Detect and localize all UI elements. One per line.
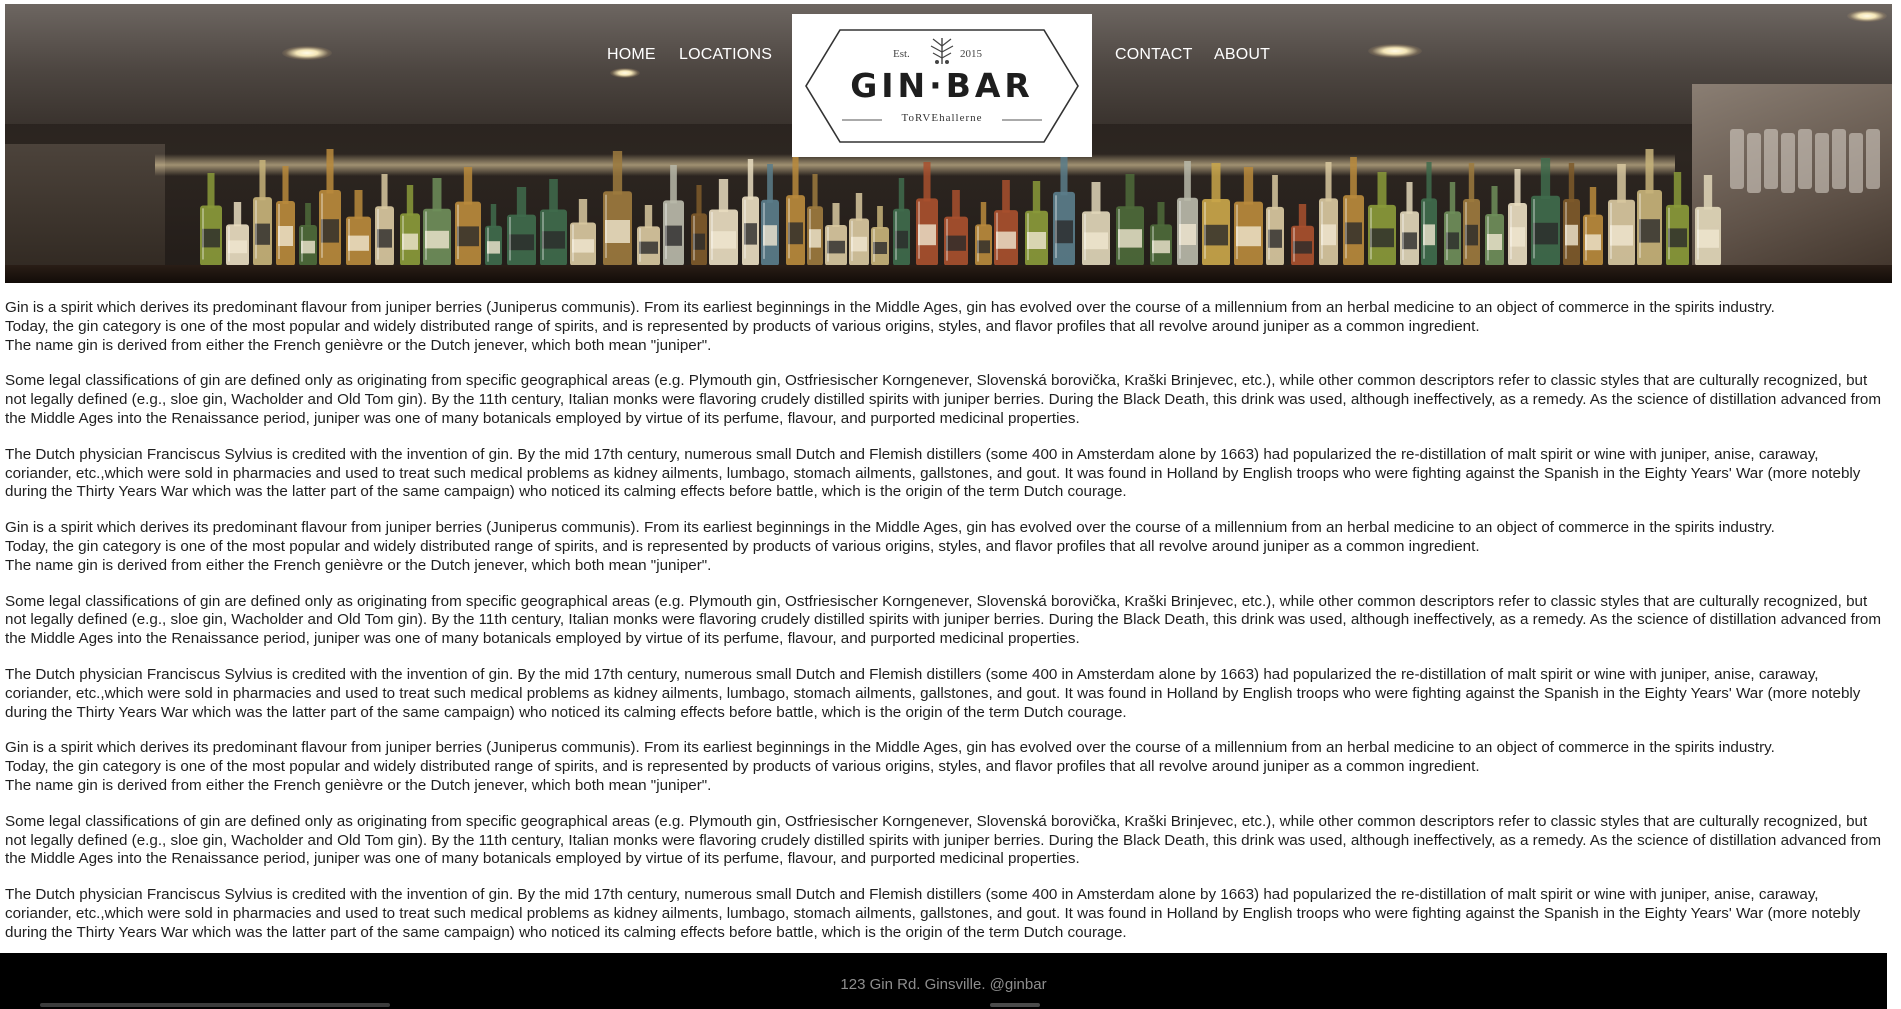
bottle [423,178,451,266]
glass [1764,129,1778,189]
bottle [1150,202,1172,266]
content-paragraph: Gin is a spirit which derives its predom… [5,739,1775,794]
bottle [1116,174,1144,266]
bottle [346,190,371,266]
content-paragraph: Some legal classifications of gin are de… [5,812,1882,868]
bottle [1053,152,1075,266]
bottle [994,180,1018,266]
bottle [761,164,779,266]
hero-header: HOME LOCATIONS CONTACT ABOUT Est. 2015 G… [5,4,1892,283]
bottle [663,165,684,266]
bottle [944,190,968,266]
bottle [400,185,420,266]
nav-about-link[interactable]: ABOUT [1214,46,1270,64]
content-paragraph: The Dutch physician Franciscus Sylvius i… [5,665,1861,721]
nav-locations-link[interactable]: LOCATIONS [679,46,772,64]
bottle [1444,182,1461,266]
glass [1832,129,1846,189]
content-paragraph: Some legal classifications of gin are de… [5,592,1882,648]
bottle [1202,163,1230,266]
footer-address: 123 Gin Rd. Ginsville. @ginbar [840,976,1047,993]
bottle [637,205,660,266]
page-footer: 123 Gin Rd. Ginsville. @ginbar [0,953,1887,1009]
scrollbar-thumb[interactable] [990,1003,1040,1007]
bottle [485,204,502,266]
bottle [1508,169,1527,266]
bottle [226,202,249,266]
logo-year-label: 2015 [960,48,982,60]
main-content: Gin is a spirit which derives its predom… [5,283,1892,943]
bottle [319,149,341,266]
bottle [975,202,992,266]
bottle [916,162,938,266]
bottle [893,178,910,266]
bottle [742,159,759,266]
bottle [276,166,295,266]
glass [1866,129,1880,189]
gin-bar-logo[interactable]: Est. 2015 GIN·BAR ToRVEhallerne [792,14,1092,157]
glass [1815,133,1829,193]
bottle [1563,163,1580,266]
logo-est-label: Est. [893,48,910,60]
bottle [1637,149,1662,266]
bottle [1666,172,1689,266]
bottle [1177,161,1198,266]
bar-counter [5,265,1892,283]
page: HOME LOCATIONS CONTACT ABOUT Est. 2015 G… [5,4,1892,960]
nav-contact-link[interactable]: CONTACT [1115,46,1193,64]
bottle [849,193,869,266]
bottle [540,179,567,266]
bottle [1400,182,1419,266]
bottle [1485,186,1504,266]
glass [1730,129,1744,189]
bottle [200,173,222,266]
bottle [1463,163,1480,266]
bottle [1608,164,1635,266]
bottle [455,167,481,266]
bottle [1695,175,1721,266]
content-paragraph: Some legal classifications of gin are de… [5,372,1882,427]
bottle [507,187,536,266]
bottle [603,151,632,266]
content-paragraph: Gin is a spirit which derives its predom… [5,299,1775,354]
bottle [1234,167,1263,266]
bottle [1531,158,1560,266]
glass [1781,133,1795,193]
bottle [253,160,272,266]
content-paragraph: The Dutch physician Franciscus Sylvius i… [5,445,1861,501]
bottle [1343,157,1364,266]
logo-subtitle: ToRVEhallerne [901,112,983,124]
bottle [1319,162,1338,266]
logo-wordmark: GIN·BAR [850,66,1034,105]
bottle [1291,204,1314,266]
bottle [807,174,823,266]
bottle [709,179,738,266]
bottle [375,174,394,266]
glass [1849,133,1863,193]
bottle [1421,162,1437,266]
bottle [1583,187,1603,266]
bottle [299,203,317,266]
bottle [1025,181,1048,266]
bottle [570,199,596,266]
nav-home-link[interactable]: HOME [607,46,656,64]
bottle [1266,175,1284,266]
horizontal-scrollbar[interactable] [40,1003,390,1007]
bottle [1082,182,1110,266]
glass [1747,133,1761,193]
glass [1798,129,1812,189]
bottle [825,203,847,266]
juniper-sprig-icon [930,38,954,64]
bottle [1368,172,1396,266]
bottle [691,185,707,266]
bottle [871,206,889,266]
bottle [786,157,805,266]
content-paragraph: The Dutch physician Franciscus Sylvius i… [5,886,1861,941]
content-paragraph: Gin is a spirit which derives its predom… [5,519,1775,574]
